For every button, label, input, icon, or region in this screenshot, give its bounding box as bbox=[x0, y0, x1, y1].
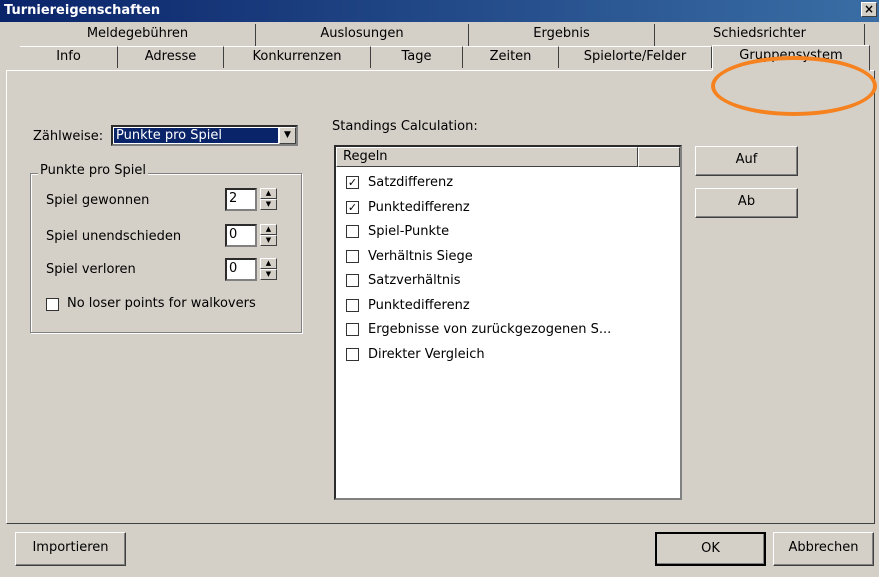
games-lost-label: Spiel verloren bbox=[46, 262, 136, 277]
rule-label: Verhältnis Siege bbox=[368, 248, 473, 264]
title-bar: Turniereigenschaften × bbox=[0, 0, 879, 22]
tab-label: Adresse bbox=[144, 49, 197, 64]
tab-schiedsrichter[interactable]: Schiedsrichter bbox=[655, 24, 865, 46]
tab-label: Spielorte/Felder bbox=[583, 49, 687, 64]
move-down-button[interactable]: Ab bbox=[695, 188, 798, 218]
standings-label: Standings Calculation: bbox=[332, 119, 478, 134]
tab-adresse[interactable]: Adresse bbox=[118, 46, 224, 68]
tab-spielorte-felder[interactable]: Spielorte/Felder bbox=[559, 46, 712, 68]
ok-button[interactable]: OK bbox=[655, 532, 766, 566]
spin-down-icon[interactable]: ▼ bbox=[260, 199, 277, 210]
scoring-select[interactable]: Punkte pro Spiel ▼ bbox=[111, 125, 298, 146]
dropdown-arrow-icon[interactable]: ▼ bbox=[279, 127, 296, 144]
tab-label: Info bbox=[56, 49, 81, 64]
spin-up-icon[interactable]: ▲ bbox=[260, 224, 277, 235]
tab-label: Tage bbox=[401, 49, 432, 64]
games-won-label: Spiel gewonnen bbox=[46, 193, 150, 208]
spin-down-icon[interactable]: ▼ bbox=[260, 235, 277, 246]
tab-gruppensystem[interactable]: Gruppensystem bbox=[712, 45, 870, 71]
tab-label: Konkurrenzen bbox=[252, 49, 342, 64]
spin-up-icon[interactable]: ▲ bbox=[260, 258, 277, 269]
tab-zeiten[interactable]: Zeiten bbox=[463, 46, 559, 68]
scoring-label: Zählweise: bbox=[33, 129, 104, 144]
rules-list[interactable]: Regeln ✓ Satzdifferenz ✓ Punktedifferenz Spi… bbox=[334, 145, 682, 500]
tab-info[interactable]: Info bbox=[20, 46, 118, 68]
rule-label: Spiel-Punkte bbox=[368, 224, 450, 239]
tab-auslosungen[interactable]: Auslosungen bbox=[256, 24, 469, 46]
tab-konkurrenzen[interactable]: Konkurrenzen bbox=[224, 46, 371, 68]
points-group-label: Punkte pro Spiel bbox=[38, 163, 148, 178]
rule-checkbox[interactable] bbox=[346, 347, 359, 361]
tab-meldegebuehren[interactable]: Meldegebühren bbox=[20, 24, 256, 46]
column-header-regeln[interactable]: Regeln bbox=[336, 147, 638, 167]
rule-checkbox[interactable] bbox=[346, 298, 359, 312]
rule-checkbox[interactable] bbox=[346, 225, 359, 238]
rule-label: Direkter Vergleich bbox=[368, 346, 485, 362]
scoring-selected-value: Punkte pro Spiel bbox=[114, 128, 278, 143]
tab-label: Auslosungen bbox=[320, 26, 404, 41]
walkover-checkbox[interactable] bbox=[46, 298, 59, 311]
games-won-spinner[interactable]: ▲ ▼ bbox=[260, 188, 277, 211]
games-drawn-spinner[interactable]: ▲ ▼ bbox=[260, 224, 277, 247]
tab-label: Ergebnis bbox=[533, 26, 590, 41]
rule-label: Punktedifferenz bbox=[368, 199, 470, 215]
games-drawn-label: Spiel unendschieden bbox=[46, 229, 182, 244]
checkmark-icon[interactable]: ✓ bbox=[346, 200, 359, 214]
close-button[interactable]: × bbox=[861, 2, 877, 17]
spin-up-icon[interactable]: ▲ bbox=[260, 188, 277, 199]
games-lost-spinner[interactable]: ▲ ▼ bbox=[260, 258, 277, 281]
move-up-button[interactable]: Auf bbox=[695, 146, 798, 176]
close-icon: × bbox=[863, 2, 875, 16]
games-lost-input[interactable]: 0 bbox=[225, 258, 257, 281]
tab-label: Schiedsrichter bbox=[712, 26, 807, 41]
rule-label: Ergebnisse von zurückgezogenen S... bbox=[368, 322, 612, 337]
rule-checkbox[interactable] bbox=[346, 249, 359, 263]
import-button[interactable]: Importieren bbox=[15, 532, 126, 566]
tab-label: Gruppensystem bbox=[739, 48, 843, 63]
spin-down-icon[interactable]: ▼ bbox=[260, 269, 277, 280]
tab-tage[interactable]: Tage bbox=[371, 46, 463, 68]
rule-checkbox[interactable] bbox=[346, 323, 359, 336]
window-title: Turniereigenschaften bbox=[4, 3, 161, 18]
tab-label: Meldegebühren bbox=[86, 26, 189, 41]
checkmark-icon[interactable]: ✓ bbox=[346, 176, 359, 189]
walkover-label: No loser points for walkovers bbox=[67, 296, 256, 311]
cancel-button[interactable]: Abbrechen bbox=[773, 532, 874, 566]
tab-label: Zeiten bbox=[489, 49, 532, 64]
tab-ergebnis[interactable]: Ergebnis bbox=[469, 24, 655, 46]
games-drawn-input[interactable]: 0 bbox=[225, 224, 257, 247]
column-header-blank[interactable] bbox=[638, 147, 680, 167]
rule-label: Satzdifferenz bbox=[368, 175, 454, 190]
games-won-input[interactable]: 2 bbox=[225, 188, 257, 211]
rule-checkbox[interactable] bbox=[346, 274, 359, 287]
rule-label: Punktedifferenz bbox=[368, 297, 470, 313]
rule-label: Satzverhältnis bbox=[368, 273, 461, 288]
